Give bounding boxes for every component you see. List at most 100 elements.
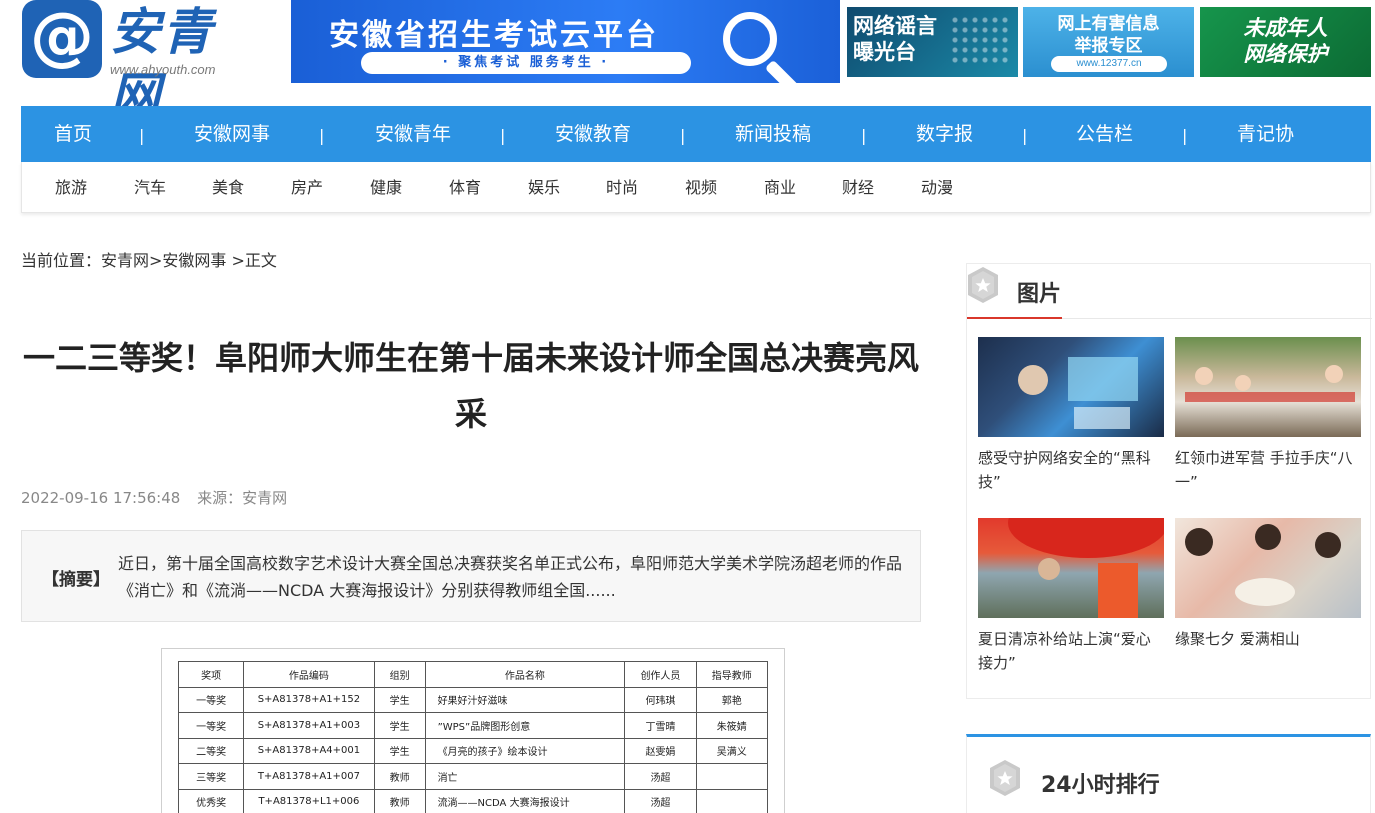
cell-work: 消亡 bbox=[424, 763, 626, 790]
picture-card[interactable]: 红领巾进军营 手拉手庆“八一” bbox=[1175, 337, 1361, 494]
summary-label: 【摘要】 bbox=[42, 570, 110, 590]
picture-caption[interactable]: 缘聚七夕 爱满相山 bbox=[1175, 627, 1361, 651]
col-header: 组别 bbox=[373, 661, 426, 688]
cell-work: 流淌——NCDA 大赛海报设计 bbox=[424, 788, 626, 813]
picture-thumbnail[interactable] bbox=[1175, 337, 1361, 437]
subnav-item-health[interactable]: 健康 bbox=[370, 162, 402, 212]
table-row: 一等奖 S+A81378+A1+003 学生 ”WPS”品牌图形创意 丁雪晴 朱… bbox=[177, 712, 769, 739]
cell-award: 优秀奖 bbox=[177, 788, 245, 813]
cell-award: 一等奖 bbox=[177, 686, 245, 713]
header-underline bbox=[967, 317, 1062, 319]
table-row: 二等奖 S+A81378+A4+001 学生 《月亮的孩子》绘本设计 赵雯娟 吴… bbox=[177, 737, 769, 764]
minor-protection-ad[interactable]: 未成年人 网络保护 bbox=[1200, 7, 1371, 77]
cell-code: T+A81378+A1+007 bbox=[243, 763, 375, 790]
subnav-item-video[interactable]: 视频 bbox=[685, 162, 717, 212]
subnav-item-sports[interactable]: 体育 bbox=[449, 162, 481, 212]
picture-caption[interactable]: 感受守护网络安全的“黑科技” bbox=[978, 446, 1164, 494]
subnav-item-finance[interactable]: 财经 bbox=[842, 162, 874, 212]
cell-group: 学生 bbox=[373, 712, 426, 739]
cell-advisor bbox=[695, 763, 769, 790]
cell-advisor: 吴满义 bbox=[695, 737, 769, 764]
subnav-item-travel[interactable]: 旅游 bbox=[55, 162, 87, 212]
nav-item-home[interactable]: 首页 bbox=[54, 106, 92, 162]
picture-card[interactable]: 夏日清凉补给站上演“爱心接力” bbox=[978, 518, 1164, 675]
ad-url: www.12377.cn bbox=[1051, 56, 1167, 72]
nav-item-bulletin[interactable]: 公告栏 bbox=[1076, 106, 1133, 162]
cell-creator: 汤超 bbox=[624, 788, 697, 813]
breadcrumb: 当前位置：安青网>安徽网事 >正文 bbox=[21, 249, 277, 273]
cell-award: 一等奖 bbox=[177, 712, 245, 739]
site-logo[interactable]: @ 安青网 www.ahyouth.com bbox=[22, 0, 262, 125]
nav-item-anhui-affairs[interactable]: 安徽网事 bbox=[194, 106, 270, 162]
picture-caption[interactable]: 夏日清凉补给站上演“爱心接力” bbox=[978, 627, 1164, 675]
picture-thumbnail[interactable] bbox=[1175, 518, 1361, 618]
subnav-item-business[interactable]: 商业 bbox=[764, 162, 796, 212]
ranking-panel: 24小时排行 bbox=[966, 734, 1371, 813]
rumor-exposure-ad[interactable]: 网络谣言 曝光台 bbox=[847, 7, 1018, 77]
cell-code: S+A81378+A1+152 bbox=[243, 686, 375, 713]
cell-work: 好果好汁好滋味 bbox=[424, 686, 626, 713]
article-meta: 2022-09-16 17:56:48 来源：安青网 bbox=[21, 488, 299, 508]
cell-code: T+A81378+L1+006 bbox=[243, 788, 375, 813]
main-nav: 首页 | 安徽网事 | 安徽青年 | 安徽教育 | 新闻投稿 | 数字报 | 公… bbox=[21, 106, 1371, 162]
ad-text: 网上有害信息 举报专区 bbox=[1057, 14, 1160, 56]
table-row: 一等奖 S+A81378+A1+152 学生 好果好汁好滋味 何玮琪 郭艳 bbox=[177, 686, 769, 713]
logo-url: www.ahyouth.com bbox=[110, 62, 216, 77]
cell-group: 学生 bbox=[373, 686, 426, 713]
nav-separator: | bbox=[680, 126, 686, 145]
award-table: 奖项 作品编码 组别 作品名称 创作人员 指导教师 一等奖 S+A81378+A… bbox=[177, 661, 769, 813]
nav-separator: | bbox=[500, 126, 506, 145]
subnav-item-fashion[interactable]: 时尚 bbox=[606, 162, 638, 212]
magnifier-handle bbox=[764, 59, 801, 83]
subnav-item-food[interactable]: 美食 bbox=[212, 162, 244, 212]
breadcrumb-path[interactable]: 安青网>安徽网事 >正文 bbox=[101, 251, 277, 270]
cell-group: 学生 bbox=[373, 737, 426, 764]
decorative-dots bbox=[950, 15, 1010, 67]
cell-work: 《月亮的孩子》绘本设计 bbox=[424, 737, 626, 764]
cell-award: 三等奖 bbox=[177, 763, 245, 790]
col-header: 作品名称 bbox=[424, 661, 626, 688]
nav-separator: | bbox=[139, 126, 145, 145]
banner-title: 安徽省招生考试云平台 bbox=[329, 18, 659, 53]
nav-item-digital-paper[interactable]: 数字报 bbox=[916, 106, 973, 162]
cell-advisor: 朱筱婧 bbox=[695, 712, 769, 739]
table-header-row: 奖项 作品编码 组别 作品名称 创作人员 指导教师 bbox=[177, 661, 769, 688]
banner-slogan: · 聚焦考试 服务考生 · bbox=[361, 52, 691, 74]
col-header: 作品编码 bbox=[243, 661, 375, 688]
summary-text: 近日，第十届全国高校数字艺术设计大赛全国总决赛获奖名单正式公布，阜阳师范大学美术… bbox=[118, 554, 903, 600]
picture-card[interactable]: 感受守护网络安全的“黑科技” bbox=[978, 337, 1164, 494]
subnav-item-auto[interactable]: 汽车 bbox=[134, 162, 166, 212]
star-badge-icon bbox=[968, 267, 998, 303]
cell-code: S+A81378+A4+001 bbox=[243, 737, 375, 764]
nav-item-news-submission[interactable]: 新闻投稿 bbox=[735, 106, 811, 162]
site-header: @ 安青网 www.ahyouth.com 安徽省招生考试云平台 · 聚焦考试 … bbox=[0, 0, 1375, 125]
magnifier-icon bbox=[723, 12, 777, 66]
harmful-info-report-ad[interactable]: 网上有害信息 举报专区 www.12377.cn bbox=[1023, 7, 1194, 77]
picture-thumbnail[interactable] bbox=[978, 518, 1164, 618]
cell-group: 教师 bbox=[373, 763, 426, 790]
cell-group: 教师 bbox=[373, 788, 426, 813]
exam-platform-banner[interactable]: 安徽省招生考试云平台 · 聚焦考试 服务考生 · bbox=[291, 0, 840, 83]
article-source: 来源：安青网 bbox=[197, 489, 288, 507]
pictures-title: 图片 bbox=[1017, 282, 1062, 307]
col-header: 指导教师 bbox=[695, 661, 769, 688]
cell-advisor bbox=[695, 788, 769, 813]
picture-thumbnail[interactable] bbox=[978, 337, 1164, 437]
ad-text: 网络谣言 曝光台 bbox=[853, 14, 937, 64]
subnav-item-realestate[interactable]: 房产 bbox=[291, 162, 323, 212]
nav-separator: | bbox=[1182, 126, 1188, 145]
nav-item-journalist-assoc[interactable]: 青记协 bbox=[1237, 106, 1294, 162]
cell-code: S+A81378+A1+003 bbox=[243, 712, 375, 739]
pictures-panel: 图片 感受守护网络安全的“黑科技” 红领巾进军营 手拉手庆“八一” 夏日清凉补给… bbox=[966, 263, 1372, 699]
subnav-item-entertainment[interactable]: 娱乐 bbox=[528, 162, 560, 212]
cell-creator: 何玮琪 bbox=[624, 686, 697, 713]
nav-item-anhui-education[interactable]: 安徽教育 bbox=[555, 106, 631, 162]
picture-card[interactable]: 缘聚七夕 爱满相山 bbox=[1175, 518, 1361, 651]
article-summary: 【摘要】 近日，第十届全国高校数字艺术设计大赛全国总决赛获奖名单正式公布，阜阳师… bbox=[21, 530, 921, 622]
cell-creator: 丁雪晴 bbox=[624, 712, 697, 739]
picture-caption[interactable]: 红领巾进军营 手拉手庆“八一” bbox=[1175, 446, 1361, 494]
nav-separator: | bbox=[319, 126, 325, 145]
nav-item-anhui-youth[interactable]: 安徽青年 bbox=[375, 106, 451, 162]
subnav-item-anime[interactable]: 动漫 bbox=[921, 162, 953, 212]
table-row: 三等奖 T+A81378+A1+007 教师 消亡 汤超 bbox=[177, 763, 769, 790]
